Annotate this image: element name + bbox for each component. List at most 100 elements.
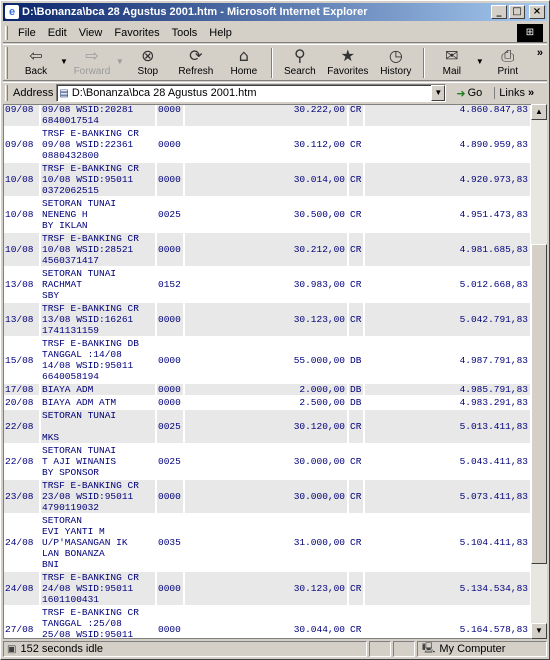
page-content: 09/08TRSF E-BANKING CR09/08 WSID:2028168… [3,104,531,639]
description-line: TRSF E-BANKING DB [42,338,139,349]
address-field[interactable]: ▤ ▼ [56,84,447,102]
description-line: TANGGAL :25/08 [42,618,122,629]
search-button[interactable]: ⚲ Search [276,45,324,81]
description-line: TRSF E-BANKING CR [42,480,139,491]
description-line: SBY [42,290,60,301]
transaction-description: TRSF E-BANKING CR 24/08 WSID:95011 1601100… [40,571,157,607]
mail-icon: ✉ [445,46,459,65]
menu-file[interactable]: File [12,27,42,39]
transaction-type: CR [348,127,365,163]
scroll-thumb[interactable] [531,244,547,564]
transaction-description: TRSF E-BANKING CR 09/08 WSID:22361 0880432… [40,127,157,163]
transaction-description: TRSF E-BANKING CR 10/08 WSID:28521 4560371… [40,232,157,268]
page-loaded-icon: ▣ [7,643,17,655]
maximize-button[interactable]: □ [509,5,525,19]
transaction-branch: 0000 [156,105,185,128]
transaction-description: BIAYA ADM [40,383,157,397]
transaction-amount: 30.000,00 [184,444,349,480]
transaction-description: SETORAN EVI YANTI M U/P'MASANGAN IK LAN BON… [40,514,157,572]
transaction-type: CR [348,105,365,128]
transaction-description: SETORAN TUNAI NENENG H BY IKLAN [40,197,157,233]
vertical-scrollbar[interactable]: ▲ ▼ [531,104,547,639]
transaction-balance: 4.920.973,83 [364,162,531,198]
description-line: TANGGAL :14/08 [42,349,122,360]
table-row: 10/08 TRSF E-BANKING CR 10/08 WSID:95011 03… [4,162,531,198]
addressbar-grip[interactable] [5,85,8,101]
menu-edit[interactable]: Edit [42,27,73,39]
transaction-amount: 30.120,00 [184,409,349,445]
stop-button[interactable]: ⊗ Stop [124,45,172,81]
mail-dropdown-icon[interactable]: ▼ [476,57,484,66]
description-line: SETORAN TUNAI [42,198,117,209]
back-dropdown-icon[interactable]: ▼ [60,57,68,66]
address-bar: Address ▤ ▼ ➜ Go Links » [3,82,547,103]
description-line: 10/08 WSID:95011 [42,174,134,185]
home-icon: ⌂ [238,46,249,65]
transaction-balance: 4.985.791,83 [364,383,531,397]
forward-button[interactable]: ⇨ Forward [68,45,116,81]
transaction-amount: 30.212,00 [184,232,349,268]
menubar-grip[interactable] [5,25,8,40]
transaction-amount: 30.123,00 [184,302,349,338]
transaction-description: SETORAN TUNAI T AJI WINANIS BY SPONSOR [40,444,157,480]
transaction-date: 09/08 [4,105,41,128]
windows-logo-icon: ⊞ [517,24,543,42]
minimize-button[interactable]: _ [491,5,507,19]
toolbar-separator [422,48,425,78]
description-line: 6640058194 [42,371,100,382]
transaction-balance: 5.042.791,83 [364,302,531,338]
refresh-button[interactable]: ⟳ Refresh [172,45,220,81]
toolbar-separator [270,48,273,78]
transaction-balance: 5.073.411,83 [364,479,531,515]
table-row: 10/08 TRSF E-BANKING CR 10/08 WSID:28521 45… [4,232,531,268]
table-row: 22/08 SETORAN TUNAI T AJI WINANIS BY SPONSO… [4,444,531,480]
forward-dropdown-icon[interactable]: ▼ [116,57,124,66]
toolbar-chevron-icon[interactable]: » [537,47,543,59]
menu-view[interactable]: View [73,27,109,39]
address-dropdown-icon[interactable]: ▼ [431,85,446,101]
print-icon: ⎙ [501,46,515,65]
back-arrow-icon: ⇦ [29,46,43,65]
menu-help[interactable]: Help [203,27,238,39]
transaction-description: TRSF E-BANKING CR09/08 WSID:202816840017… [40,105,157,128]
transaction-branch: 0152 [156,267,185,303]
close-button[interactable]: × [529,5,545,19]
menu-favorites[interactable]: Favorites [108,27,165,39]
menu-tools[interactable]: Tools [166,27,204,39]
home-button[interactable]: ⌂ Home [220,45,268,81]
description-line: 23/08 WSID:95011 [42,491,134,502]
ie-logo-icon: e [5,5,19,19]
history-button[interactable]: ◷ History [372,45,420,81]
scroll-down-button[interactable]: ▼ [531,623,547,639]
transaction-balance: 4.951.473,83 [364,197,531,233]
scroll-up-button[interactable]: ▲ [531,104,547,120]
forward-label: Forward [73,66,111,77]
transaction-balance: 5.104.411,83 [364,514,531,572]
description-line: TRSF E-BANKING CR [42,163,139,174]
transaction-type: CR [348,571,365,607]
transaction-type: DB [348,396,365,410]
links-chevron-icon: » [528,87,535,99]
transaction-type: CR [348,409,365,445]
mail-button[interactable]: ✉ Mail [428,45,476,81]
status-progress-cell [369,641,391,657]
favorites-button[interactable]: ★ Favorites [324,45,372,81]
description-line: 4560371417 [42,255,100,266]
transaction-description: TRSF E-BANKING CR 10/08 WSID:95011 0372062… [40,162,157,198]
print-label: Print [497,66,519,77]
go-button[interactable]: ➜ Go [452,84,486,102]
transaction-date: 10/08 [4,162,41,198]
print-button[interactable]: ⎙ Print [484,45,532,81]
address-input[interactable] [71,87,432,99]
transaction-branch: 0000 [156,571,185,607]
description-line: 14/08 WSID:95011 [42,360,134,371]
links-button[interactable]: Links » [494,87,534,99]
transaction-date: 27/08 [4,606,41,638]
transaction-branch: 0025 [156,444,185,480]
page-icon: ▤ [59,87,69,99]
toolbar-grip[interactable] [5,47,8,79]
back-button[interactable]: ⇦ Back [12,45,60,81]
description-line: 13/08 WSID:16261 [42,314,134,325]
description-line: SETORAN [42,515,82,526]
table-row: 15/08 TRSF E-BANKING DB TANGGAL :14/08 14/0… [4,337,531,384]
